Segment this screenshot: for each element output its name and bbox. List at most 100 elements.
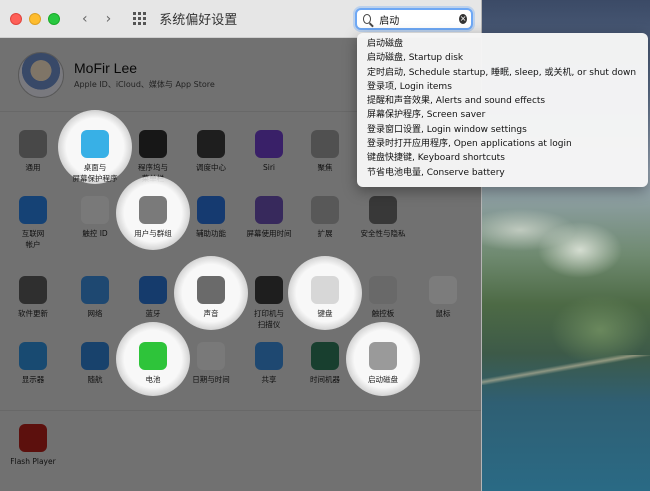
pane-trackpad[interactable]: 触控板 [358, 276, 408, 319]
window-title: 系统偏好设置 [159, 13, 238, 28]
forward-arrow-icon[interactable]: › [106, 11, 112, 27]
pane-flash-player[interactable]: Flash Player [8, 424, 58, 467]
displays-icon [19, 342, 47, 370]
pane-printer[interactable]: 打印机与 扫描仪 [244, 276, 294, 330]
pane-extensions[interactable]: 扩展 [300, 196, 350, 239]
minimize-button[interactable] [29, 12, 41, 25]
suggestion-item[interactable]: 登录项, Login items [357, 80, 648, 94]
account-subtitle: Apple ID、iCloud、媒体与 App Store [74, 79, 215, 89]
search-field[interactable]: × [355, 8, 473, 30]
back-arrow-icon[interactable]: ‹ [82, 11, 88, 27]
pane-label: 桌面与 屏幕保护程序 [72, 163, 118, 183]
pane-startup-disk[interactable]: 启动磁盘 [358, 342, 408, 385]
clear-search-icon[interactable]: × [459, 14, 467, 24]
keyboard-icon [311, 276, 339, 304]
pane-displays[interactable]: 显示器 [8, 342, 58, 385]
pane-sharing[interactable]: 共享 [244, 342, 294, 385]
pane-label: 启动磁盘 [368, 375, 398, 384]
search-suggestions: 启动磁盘 启动磁盘, Startup disk 定时启动, Schedule sta… [357, 33, 648, 187]
suggestion-item[interactable]: 登录窗口设置, Login window settings [357, 123, 648, 137]
battery-icon [139, 342, 167, 370]
close-button[interactable] [10, 12, 22, 25]
pane-label: 键盘 [317, 309, 333, 318]
internet-accounts-icon [19, 196, 47, 224]
pane-mouse[interactable]: 鼠标 [418, 276, 468, 319]
pane-label: 触控板 [371, 309, 395, 318]
suggestion-item[interactable]: 启动磁盘 [357, 37, 648, 51]
pane-label: 网络 [87, 309, 103, 318]
pane-network[interactable]: 网络 [70, 276, 120, 319]
pane-label: 日期与时间 [192, 375, 230, 384]
pane-sound[interactable]: 声音 [186, 276, 236, 319]
suggestion-item[interactable]: 提醒和声音效果, Alerts and sound effects [357, 94, 648, 108]
trackpad-icon [369, 276, 397, 304]
pane-label: 声音 [203, 309, 219, 318]
network-icon [81, 276, 109, 304]
pane-desktop[interactable]: 桌面与 屏幕保护程序 [70, 130, 120, 184]
sharing-icon [255, 342, 283, 370]
dock-icon [139, 130, 167, 158]
pane-screen-time[interactable]: 屏幕使用时间 [244, 196, 294, 239]
pane-keyboard[interactable]: 键盘 [300, 276, 350, 319]
account-name: MoFir Lee [74, 59, 138, 76]
pane-spotlight[interactable]: 聚焦 [300, 130, 350, 173]
touch-id-icon [81, 196, 109, 224]
suggestion-item[interactable]: 登录时打开应用程序, Open applications at login [357, 137, 648, 151]
pane-sidecar[interactable]: 随航 [70, 342, 120, 385]
avatar [18, 51, 64, 98]
desktop-icon [81, 130, 109, 158]
suggestion-item[interactable]: 节省电池电量, Conserve battery [357, 166, 648, 180]
time-machine-icon [311, 342, 339, 370]
sidecar-icon [81, 342, 109, 370]
pane-label: 软件更新 [18, 309, 48, 318]
pane-accessibility[interactable]: 辅助功能 [186, 196, 236, 239]
pane-label: 随航 [87, 375, 103, 384]
pane-label: 用户与群组 [134, 229, 172, 238]
pane-label: 打印机与 扫描仪 [254, 309, 284, 329]
zoom-button[interactable] [48, 12, 60, 25]
pane-label: 显示器 [21, 375, 45, 384]
pane-bluetooth[interactable]: 蓝牙 [128, 276, 178, 319]
pane-label: 互联网 帐户 [21, 229, 45, 249]
pane-internet-accounts[interactable]: 互联网 帐户 [8, 196, 58, 250]
pane-label: 辅助功能 [196, 229, 226, 238]
startup-disk-icon [369, 342, 397, 370]
mission-control-icon [197, 130, 225, 158]
pane-general[interactable]: 通用 [8, 130, 58, 173]
navigation: ‹ › [82, 11, 111, 27]
pane-security[interactable]: 安全性与隐私 [358, 196, 408, 239]
section-divider [0, 410, 481, 411]
search-input[interactable] [379, 13, 460, 25]
window-controls [10, 12, 60, 25]
general-icon [19, 130, 47, 158]
pane-label: 安全性与隐私 [360, 229, 406, 238]
users-groups-icon [139, 196, 167, 224]
wallpaper-road [480, 355, 650, 385]
suggestion-item[interactable]: 启动磁盘, Startup disk [357, 51, 648, 65]
pane-label: 触控 ID [82, 229, 108, 238]
pane-mission-control[interactable]: 调度中心 [186, 130, 236, 173]
pane-label: 时间机器 [310, 375, 340, 384]
suggestion-item[interactable]: 键盘快捷键, Keyboard shortcuts [357, 151, 648, 165]
bluetooth-icon [139, 276, 167, 304]
pane-label: 屏幕使用时间 [246, 229, 292, 238]
pane-label: 电池 [145, 375, 161, 384]
software-update-icon [19, 276, 47, 304]
pane-touch-id[interactable]: 触控 ID [70, 196, 120, 239]
pane-label: 鼠标 [435, 309, 451, 318]
show-all-grid-icon[interactable] [133, 11, 147, 26]
sound-icon [197, 276, 225, 304]
pane-siri[interactable]: Siri [244, 130, 294, 173]
pane-time-machine[interactable]: 时间机器 [300, 342, 350, 385]
suggestion-item[interactable]: 定时启动, Schedule startup, 睡眠, sleep, 或关机, … [357, 66, 648, 80]
suggestion-item[interactable]: 屏幕保护程序, Screen saver [357, 108, 648, 122]
date-time-icon [197, 342, 225, 370]
pane-label: 扩展 [317, 229, 333, 238]
pane-users-groups[interactable]: 用户与群组 [128, 196, 178, 239]
flash-player-icon [19, 424, 47, 452]
pane-battery[interactable]: 电池 [128, 342, 178, 385]
pane-software-update[interactable]: 软件更新 [8, 276, 58, 319]
pane-date-time[interactable]: 日期与时间 [186, 342, 236, 385]
pane-label: 通用 [25, 163, 41, 172]
security-icon [369, 196, 397, 224]
